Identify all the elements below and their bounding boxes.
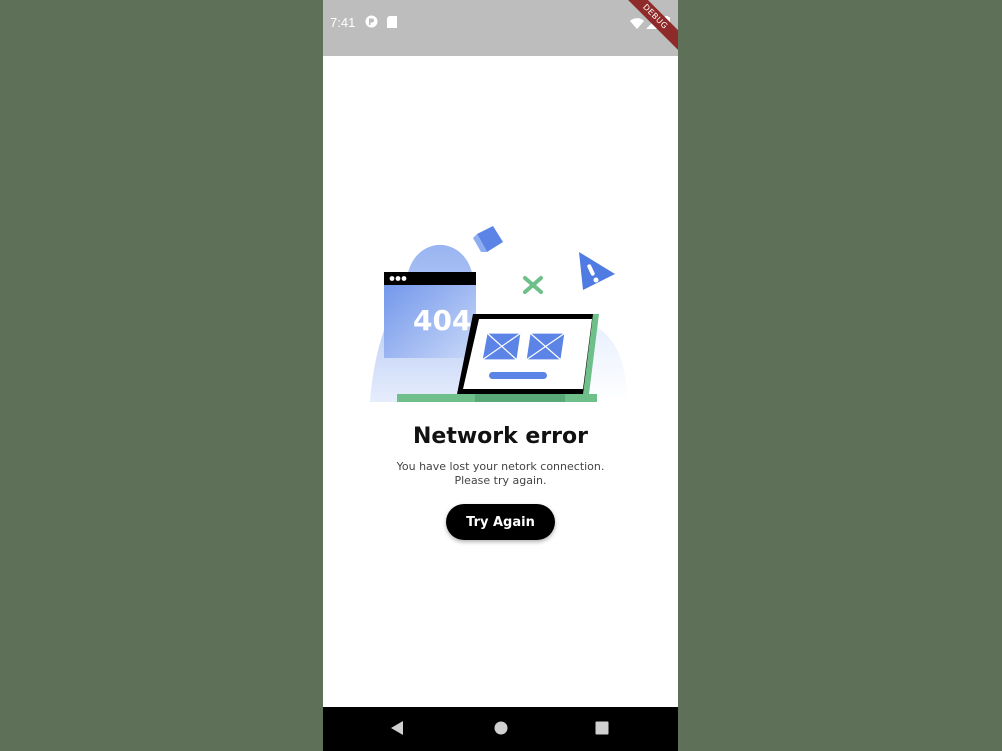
- status-time: 7:41: [330, 15, 356, 30]
- network-error-illustration: 404: [370, 226, 627, 402]
- home-icon[interactable]: [494, 720, 508, 741]
- sd-card-icon: [387, 15, 397, 33]
- error-title: Network error: [412, 424, 588, 449]
- browser-window-404: 404: [384, 272, 476, 358]
- app-notification-icon: [365, 15, 378, 33]
- svg-text:404: 404: [413, 304, 471, 337]
- wifi-icon: [630, 16, 644, 34]
- navigation-bar: [323, 707, 678, 751]
- try-again-button[interactable]: Try Again: [446, 504, 555, 540]
- error-message-line-2: Please try again.: [454, 474, 547, 487]
- phone-screen: 7:41 DEBUG 404 Network error You have lo…: [323, 0, 678, 751]
- status-bar: 7:41 DEBUG: [323, 0, 678, 56]
- warning-icon: [579, 252, 615, 290]
- error-message: You have lost your netork connection. Pl…: [323, 460, 678, 488]
- back-icon[interactable]: [390, 720, 404, 741]
- x-mark-icon: [523, 276, 543, 294]
- error-message-line-1: You have lost your netork connection.: [396, 460, 605, 473]
- cube-icon: [473, 226, 503, 252]
- laptop-screen: [457, 314, 599, 394]
- recents-icon[interactable]: [595, 720, 609, 741]
